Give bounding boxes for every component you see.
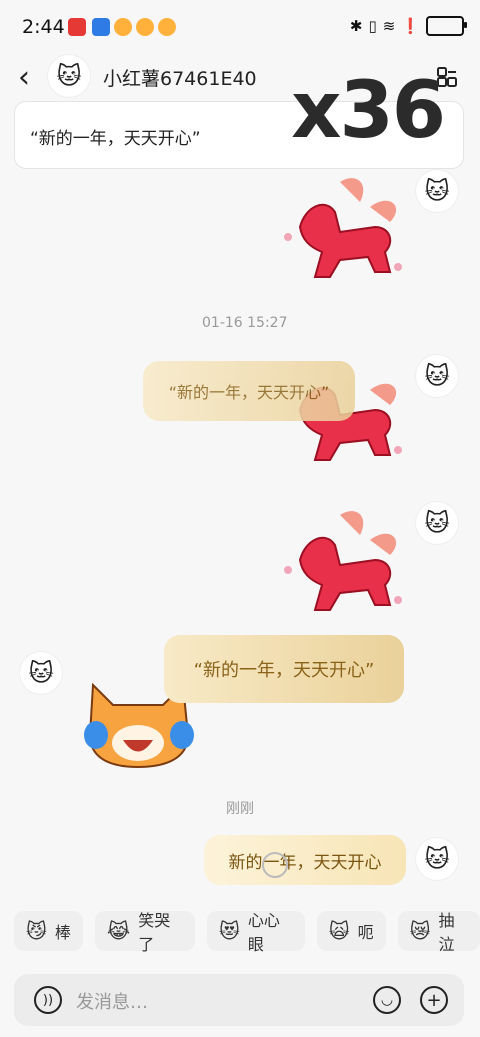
self-avatar[interactable]: 🐱 bbox=[416, 502, 458, 544]
quick-reply-chip[interactable]: 😿 抽泣 bbox=[397, 911, 480, 954]
self-avatar[interactable]: 🐱 bbox=[416, 170, 458, 212]
cat-heart-eyes-icon: 😻 bbox=[219, 919, 240, 943]
quick-reply-chip[interactable]: 🙀 呃 bbox=[316, 911, 386, 951]
cat-awkward-icon: 🙀 bbox=[328, 919, 350, 943]
notification-video-icon bbox=[68, 18, 86, 36]
message-input[interactable]: 发消息… bbox=[76, 988, 148, 1014]
contact-avatar[interactable]: 🐱 bbox=[20, 652, 62, 694]
notification-weibo-icon bbox=[136, 18, 154, 36]
horse-sticker[interactable] bbox=[280, 172, 410, 287]
cat-sob-icon: 😿 bbox=[409, 919, 431, 943]
status-icons: ✱ ▯ ≋ ❗ bbox=[349, 16, 467, 36]
timestamp: 刚刚 bbox=[226, 801, 254, 817]
self-avatar[interactable]: 🐱 bbox=[416, 355, 458, 397]
bluetooth-icon: ✱ bbox=[349, 17, 363, 35]
emoji-icon[interactable]: ◡ bbox=[373, 986, 401, 1014]
voice-icon[interactable]: )) bbox=[34, 986, 62, 1014]
notification-weibo-icon bbox=[114, 18, 132, 36]
horse-sticker[interactable] bbox=[280, 505, 410, 620]
status-time: 2:44 bbox=[22, 16, 65, 38]
quick-reply-bar: 😼 棒 😹 笑哭了 😻 心心眼 🙀 呃 😿 抽泣 bbox=[14, 911, 480, 954]
battery-icon bbox=[426, 16, 467, 36]
pinned-message-text: “新的一年，天天开心” bbox=[30, 129, 201, 149]
back-button[interactable]: ‹ bbox=[18, 60, 30, 95]
self-avatar[interactable]: 🐱 bbox=[416, 838, 458, 880]
timestamp: 01-16 15:27 bbox=[202, 315, 288, 331]
quick-reply-chip[interactable]: 😹 笑哭了 bbox=[94, 911, 196, 954]
combo-counter: x36 bbox=[291, 66, 446, 156]
floating-message-bubble[interactable]: “新的一年，天天开心” bbox=[143, 361, 355, 421]
notification-app-icon bbox=[92, 18, 110, 36]
quick-reply-chip[interactable]: 😻 心心眼 bbox=[207, 911, 305, 954]
message-bubble[interactable]: 新的一年，天天开心 bbox=[204, 835, 406, 885]
cat-thumbs-icon: 😼 bbox=[26, 919, 47, 943]
loading-spinner-icon bbox=[262, 852, 288, 878]
contact-name[interactable]: 小红薯67461E40 bbox=[103, 64, 257, 91]
vibrate-icon: ▯ bbox=[368, 17, 377, 35]
message-bubble[interactable]: “新的一年，天天开心” bbox=[164, 635, 404, 703]
quick-reply-chip[interactable]: 😼 棒 bbox=[14, 911, 83, 951]
cat-laugh-cry-icon: 😹 bbox=[106, 919, 131, 943]
alert-icon: ❗ bbox=[401, 17, 420, 35]
wifi-icon: ≋ bbox=[382, 17, 396, 35]
contact-avatar[interactable]: 🐱 bbox=[48, 55, 90, 97]
add-icon[interactable]: + bbox=[420, 986, 448, 1014]
notification-weibo-icon bbox=[158, 18, 176, 36]
